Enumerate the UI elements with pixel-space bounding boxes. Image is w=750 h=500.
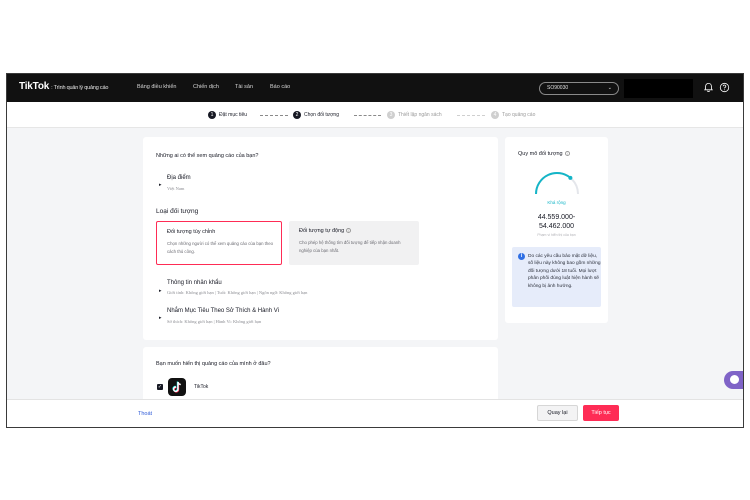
expand-caret-icon[interactable]: ▸ [159,182,162,188]
step-set-objective[interactable]: 1 Đặt mục tiêu [208,111,247,119]
help-icon[interactable] [719,82,730,93]
step-choose-audience[interactable]: 2 Chọn đối tượng [293,111,339,119]
step-label: Thiết lập ngân sách [398,112,442,118]
step-label: Chọn đối tượng [304,112,339,118]
info-circle-icon: i [518,253,525,260]
option-description: Cho phép hệ thống tìm đối tượng để tiếp … [299,240,401,253]
back-button[interactable]: Quay lại [537,405,578,421]
option-title: Đối tượng tự động i [299,228,352,234]
auto-audience-option[interactable]: Đối tượng tự động i Cho phép hệ thống tìm… [289,221,419,265]
expand-caret-icon[interactable]: ▸ [159,288,162,294]
tiktok-logo[interactable]: TikTok: Trình quản lý quảng cáo [19,81,108,92]
audience-size-title: Quy mô đối tượng i [518,151,570,157]
tiktok-app-icon [168,378,186,396]
info-icon[interactable]: i [564,151,570,157]
step-number: 4 [491,111,499,119]
tiktok-note-icon [172,381,181,393]
logo-text: TikTok [19,81,50,92]
tiktok-placement-label: TikTok [194,384,209,390]
account-selector[interactable]: SO90030 ⌄ [539,82,619,95]
expand-caret-icon[interactable]: ▸ [159,315,162,321]
step-connector [260,115,288,116]
option-title-text: Đối tượng tự động [299,228,345,234]
location-value: Việt Nam [167,186,185,191]
step-label: Tạo quảng cáo [502,112,536,118]
step-number: 2 [293,111,301,119]
step-create-ad[interactable]: 4 Tạo quảng cáo [491,111,535,119]
privacy-info-text: Do các yêu cầu bảo mật dữ liệu, số liệu … [528,254,601,289]
nav-campaigns[interactable]: Chiến dịch [193,84,219,90]
gauge-label: Khá rộng [547,200,566,205]
tiktok-placement-checkbox[interactable]: ✓ [157,384,163,390]
ads-manager-window: TikTok: Trình quản lý quảng cáo Bảng điề… [6,73,744,428]
audience-range-min: 44.559.000- [537,214,576,221]
placement-card: Bạn muốn hiển thị quảng cáo của mình ở đ… [143,347,498,407]
redacted-account-name [624,79,693,98]
step-connector [354,115,381,116]
demographics-summary: Giới tính: Không giới hạn | Tuổi: Không … [167,290,308,295]
bottom-action-bar: Thoát Quay lại Tiếp tục [7,399,743,427]
bell-icon[interactable] [703,82,714,93]
audience-size-title-text: Quy mô đối tượng [518,151,563,157]
option-description: Chọn những người có thể xem quảng cáo củ… [167,241,274,254]
gauge-indicator [568,175,573,180]
exit-link[interactable]: Thoát [138,411,152,417]
nav-reports[interactable]: Báo cáo [270,84,290,90]
audience-range-max: 54.462.000 [538,223,575,230]
audience-gauge [535,172,579,195]
step-number: 1 [208,111,216,119]
info-icon[interactable]: i [346,228,352,234]
logo-subtitle: : Trình quản lý quảng cáo [51,85,109,91]
placement-question: Bạn muốn hiển thị quảng cáo của mình ở đ… [156,361,271,367]
audience-size-panel: Quy mô đối tượng i Khá rộng 44.559.000- 5… [505,137,608,323]
nav-assets[interactable]: Tài sản [235,84,253,90]
audience-range-note: Phạm vi hiển thị của bạn [537,233,576,237]
step-number: 3 [387,111,395,119]
step-set-budget[interactable]: 3 Thiết lập ngân sách [387,111,442,119]
location-title[interactable]: Địa điểm [167,175,191,181]
interests-title[interactable]: Nhắm Mục Tiêu Theo Sở Thích & Hành Vi [167,308,279,314]
gauge-track [535,172,579,195]
progress-stepper: 1 Đặt mục tiêu 2 Chọn đối tượng 3 Thiết … [7,102,743,128]
continue-button[interactable]: Tiếp tục [583,405,619,421]
chat-icon [730,375,739,384]
top-navigation-bar: TikTok: Trình quản lý quảng cáo Bảng điề… [7,74,743,102]
account-id: SO90030 [547,85,569,91]
step-connector [457,115,485,116]
step-label: Đặt mục tiêu [219,112,248,118]
privacy-info-box: i Do các yêu cầu bảo mật dữ liệu, số liệ… [512,247,601,307]
interests-summary: Sở thích: Không giới hạn | Hành Vi: Khôn… [167,319,262,324]
audience-card: Những ai có thể xem quảng cáo của bạn? ▸… [143,137,498,340]
chevron-down-icon: ⌄ [607,85,612,91]
nav-dashboard[interactable]: Bảng điều khiển [137,84,176,90]
option-title: Đối tượng tùy chỉnh [167,229,216,235]
custom-audience-option[interactable]: Đối tượng tùy chỉnh Chọn những người có … [156,221,282,265]
chat-support-button[interactable] [724,371,743,389]
audience-question: Những ai có thể xem quảng cáo của bạn? [156,153,259,159]
audience-type-label: Loại đối tượng [156,208,199,215]
gauge-fill [535,172,572,195]
demographics-title[interactable]: Thông tin nhân khẩu [167,280,222,286]
